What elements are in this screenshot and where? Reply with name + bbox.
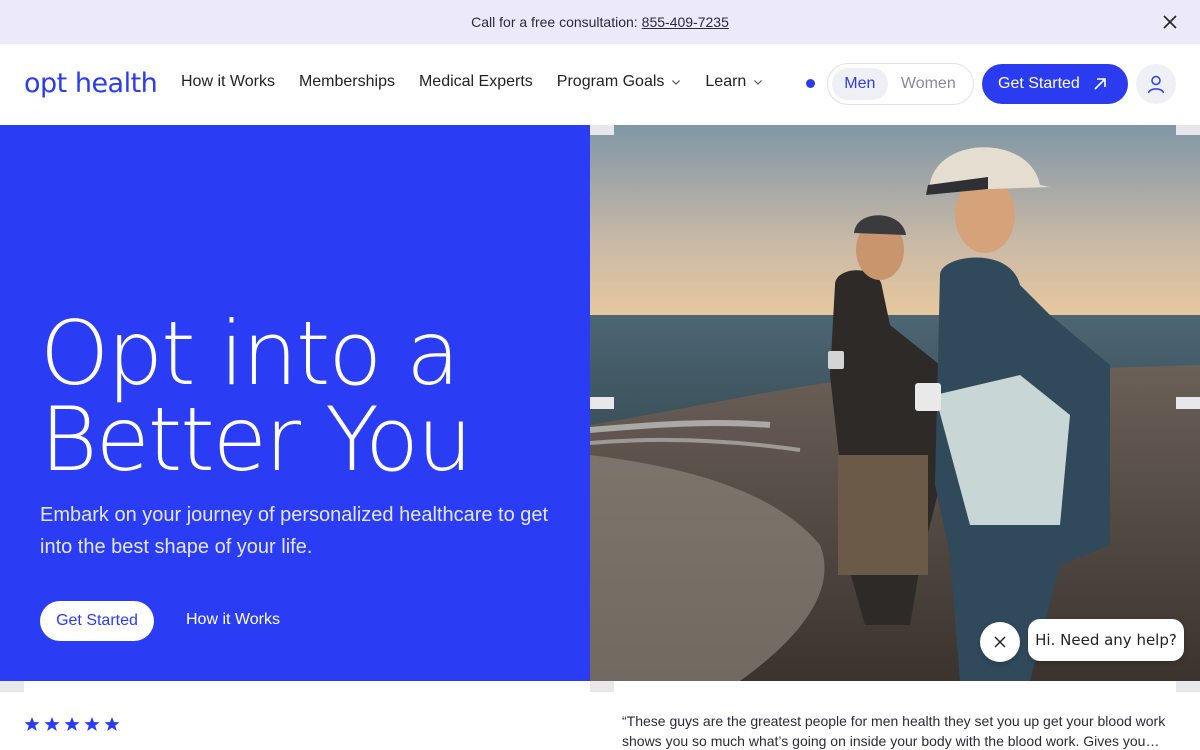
star-rating: [24, 716, 120, 732]
hero-photo: [590, 125, 1200, 681]
chat-close-button[interactable]: [980, 622, 1020, 662]
frame-mark: [1176, 681, 1200, 692]
frame-mark: [590, 125, 614, 135]
nav-label: Memberships: [298, 73, 395, 90]
indicator-dot: [806, 79, 815, 88]
hero-image: [590, 125, 1200, 681]
nav-medical-experts[interactable]: Medical Experts: [419, 73, 533, 91]
chevron-down-icon: [754, 80, 763, 85]
account-button[interactable]: [1136, 64, 1176, 104]
site-header: opt health How it Works Memberships Medi…: [0, 44, 1200, 125]
star-icon: [84, 717, 100, 731]
gender-option-women[interactable]: Women: [888, 68, 969, 100]
chat-prompt[interactable]: Hi. Need any help?: [1028, 619, 1184, 661]
close-icon[interactable]: [1160, 12, 1180, 32]
get-started-label: Get Started: [998, 75, 1080, 92]
frame-mark: [1176, 397, 1200, 409]
hero-subtitle: Embark on your journey of personalized h…: [40, 504, 549, 558]
hero-title: Opt into a Better You: [40, 310, 473, 484]
star-icon: [24, 717, 40, 731]
frame-mark: [1176, 125, 1200, 135]
star-icon: [64, 717, 80, 731]
frame-mark: [590, 397, 614, 409]
chevron-down-icon: [672, 80, 681, 85]
nav-learn[interactable]: Learn: [705, 73, 763, 91]
announcement-bar: Call for a free consultation: 855-409-72…: [0, 0, 1200, 44]
nav-label: Medical Experts: [418, 73, 533, 90]
gender-toggle: Men Women: [827, 63, 974, 105]
hero-how-it-works-link[interactable]: How it Works: [186, 611, 280, 629]
phone-link[interactable]: 855-409-7235: [642, 14, 729, 30]
nav-label: Learn: [705, 73, 747, 90]
hero-get-started-button[interactable]: Get Started: [40, 601, 154, 641]
testimonial-quote: “These guys are the greatest people for …: [622, 713, 1166, 749]
hero-panel: Opt into a Better You Embark on your jou…: [0, 125, 590, 681]
star-icon: [44, 717, 60, 731]
nav-label: Program Goals: [556, 73, 665, 90]
close-icon: [994, 636, 1006, 648]
hero-title-line-2: Better You: [40, 388, 473, 491]
frame-mark: [590, 681, 614, 692]
gender-option-men[interactable]: Men: [832, 68, 888, 100]
nav-memberships[interactable]: Memberships: [299, 73, 395, 91]
main-nav: How it Works Memberships Medical Experts…: [181, 73, 787, 91]
user-icon: [1147, 75, 1165, 94]
nav-label: How it Works: [181, 73, 275, 90]
nav-program-goals[interactable]: Program Goals: [557, 73, 682, 91]
frame-mark: [0, 681, 24, 692]
announcement-text: Call for a free consultation:: [471, 14, 638, 30]
arrow-up-right-icon: [1094, 78, 1106, 90]
nav-how-it-works[interactable]: How it Works: [181, 73, 275, 91]
star-icon: [104, 717, 120, 731]
get-started-button[interactable]: Get Started: [982, 64, 1128, 104]
logo[interactable]: opt health: [24, 68, 158, 99]
